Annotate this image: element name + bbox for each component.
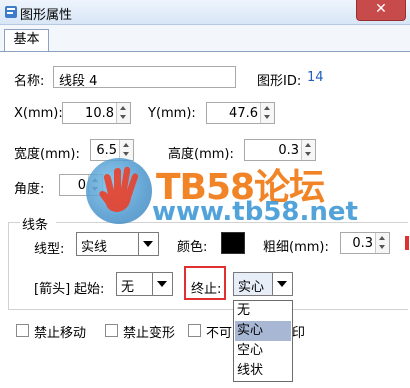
angle-value: 0 (77, 178, 86, 193)
dropdown-option-none[interactable]: 无 (235, 301, 291, 321)
chevron-down-icon[interactable] (152, 273, 172, 295)
x-label: X(mm): (14, 106, 63, 121)
x-spinner[interactable]: 10.8 (62, 102, 131, 124)
name-input[interactable]: 线段 4 (53, 66, 236, 89)
angle-label: 角度: (14, 182, 45, 197)
tab-basic[interactable]: 基本 (4, 29, 49, 51)
tab-strip (0, 25, 410, 52)
spin-down-icon[interactable] (120, 115, 126, 119)
print-label-partial: 印 (292, 326, 306, 341)
arrow-start-value: 无 (121, 280, 135, 295)
line-type-select[interactable]: 实线 (76, 232, 159, 256)
spin-down-icon[interactable] (264, 115, 270, 119)
arrow-start-label: 起始: (74, 282, 105, 297)
arrow-end-label: 终止: (191, 282, 222, 297)
line-type-label: 线型: (34, 242, 65, 257)
window-title: 图形属性 (20, 8, 73, 23)
arrow-label: [箭头] (34, 282, 71, 297)
line-thickness-spin-arrows[interactable] (375, 233, 389, 253)
line-color-swatch[interactable] (221, 232, 245, 254)
lock-move-label: 禁止移动 (34, 326, 87, 341)
lock-resize-label: 禁止变形 (123, 326, 176, 341)
y-label: Y(mm): (148, 106, 196, 121)
y-value: 47.6 (229, 106, 258, 121)
y-spin-arrows[interactable] (260, 103, 274, 123)
arrow-end-value: 实心 (238, 280, 265, 295)
arrow-end-select[interactable]: 实心 (233, 272, 293, 296)
line-color-label: 颜色: (177, 240, 208, 255)
chevron-down-icon[interactable] (272, 273, 292, 295)
x-value: 10.8 (85, 106, 114, 121)
line-thickness-spinner[interactable]: 0.3 (340, 232, 390, 254)
not-printable-label: 不可 (206, 326, 233, 341)
width-value: 6.5 (96, 143, 117, 158)
chevron-down-icon[interactable] (138, 233, 158, 255)
line-type-value: 实线 (81, 240, 108, 255)
x-spin-arrows[interactable] (116, 103, 130, 123)
shape-id-value: 14 (307, 70, 324, 85)
lock-move-checkbox[interactable] (16, 324, 29, 337)
spin-down-icon[interactable] (123, 152, 129, 156)
dropdown-option-hollow[interactable]: 空心 (235, 341, 291, 361)
dropdown-option-solid[interactable]: 实心 (235, 321, 291, 341)
not-printable-checkbox[interactable] (188, 324, 201, 337)
spin-down-icon[interactable] (379, 245, 385, 249)
width-label: 宽度(mm): (14, 147, 80, 162)
lock-resize-checkbox[interactable] (105, 324, 118, 337)
spin-up-icon[interactable] (305, 143, 311, 147)
spin-up-icon[interactable] (379, 236, 385, 240)
width-spin-arrows[interactable] (119, 140, 133, 160)
next-color-swatch-edge (405, 236, 409, 250)
line-group-label: 线条 (22, 218, 49, 233)
spin-up-icon[interactable] (264, 106, 270, 110)
arrow-end-dropdown: 无 实心 空心 线状 (233, 300, 293, 382)
spin-down-icon[interactable] (305, 152, 311, 156)
watermark-hand-icon (99, 166, 138, 212)
height-value: 0.3 (278, 143, 299, 158)
spin-up-icon[interactable] (120, 106, 126, 110)
y-spinner[interactable]: 47.6 (206, 102, 275, 124)
line-thickness-label: 粗细(mm): (263, 240, 329, 255)
shape-id-label: 图形ID: (257, 74, 302, 89)
name-input-value: 线段 4 (59, 74, 98, 89)
line-thickness-value: 0.3 (352, 236, 373, 251)
name-label: 名称: (14, 74, 45, 89)
height-spin-arrows[interactable] (301, 140, 315, 160)
watermark-url: www.tb58.net (152, 197, 358, 227)
close-button[interactable]: ✕ (356, 0, 406, 21)
spin-up-icon[interactable] (123, 143, 129, 147)
dropdown-option-linear[interactable]: 线状 (235, 361, 291, 381)
arrow-start-select[interactable]: 无 (116, 272, 173, 296)
app-icon (5, 6, 17, 18)
